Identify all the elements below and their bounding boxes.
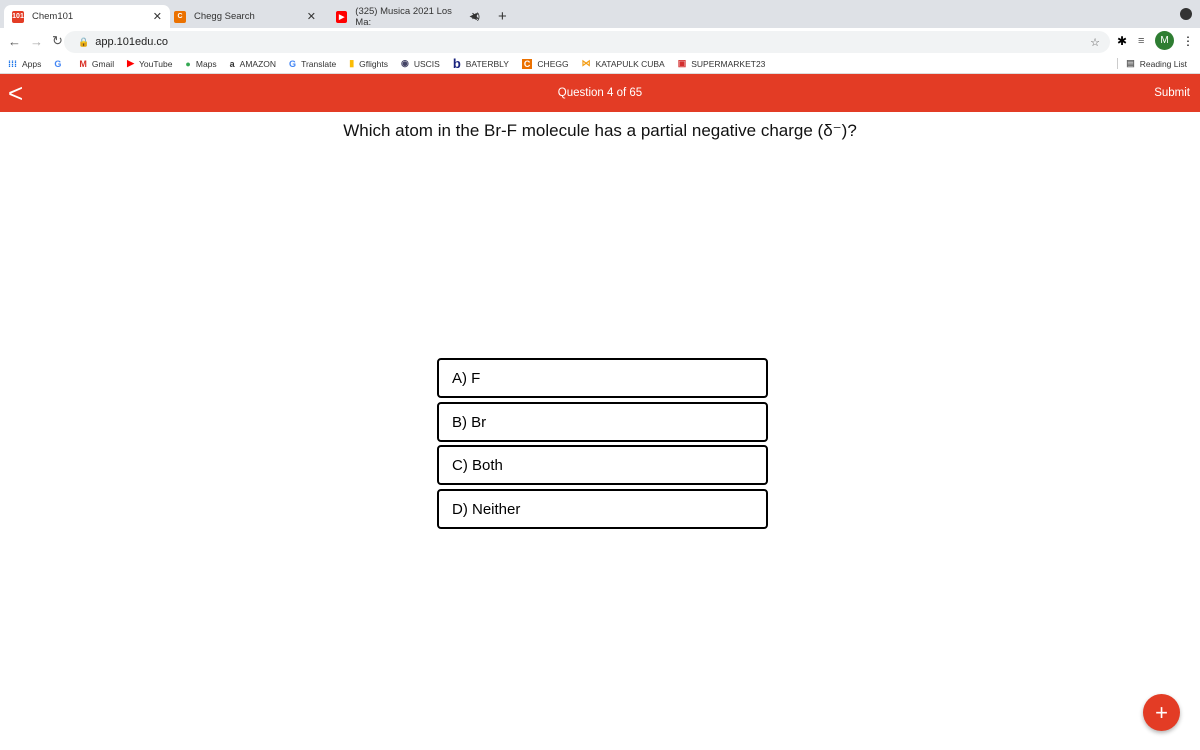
- add-button[interactable]: +: [1143, 694, 1180, 731]
- bookmarks-bar: ⁞⁞⁞ Apps G M Gmail ▶ YouTube ● Maps a AMAZON …: [0, 54, 1200, 74]
- lock-icon: 🔒: [78, 36, 90, 47]
- avatar[interactable]: M: [1155, 31, 1174, 50]
- bookmark-google[interactable]: G: [54, 59, 66, 69]
- bookmark-gflights[interactable]: ▮ Gflights: [349, 58, 388, 69]
- katapulk-icon: ⋈: [581, 58, 591, 68]
- gmail-icon: M: [79, 58, 87, 69]
- chegg-icon: C: [174, 10, 186, 23]
- tab-search-icon[interactable]: [1180, 8, 1192, 20]
- tab-label: (325) Musica 2021 Los Ma:: [355, 5, 452, 28]
- tab-label: Chegg Search: [194, 11, 255, 22]
- maps-pin-icon: ●: [185, 58, 191, 69]
- submit-button[interactable]: Submit: [1154, 87, 1190, 99]
- url-input[interactable]: 🔒 app.101edu.co ☆: [64, 31, 1110, 53]
- question-text: Which atom in the Br-F molecule has a pa…: [343, 121, 857, 140]
- option-d[interactable]: D) Neither: [437, 489, 768, 529]
- bookmark-youtube[interactable]: ▶ YouTube: [127, 58, 172, 69]
- chegg-icon: C: [521, 58, 533, 69]
- bookmark-chegg[interactable]: C CHEGG: [521, 58, 569, 69]
- back-icon[interactable]: ←: [8, 34, 21, 49]
- uscis-seal-icon: ◉: [400, 58, 409, 68]
- tab-chegg[interactable]: C Chegg Search ✕: [166, 5, 324, 28]
- bookmark-translate[interactable]: G Translate: [289, 59, 336, 69]
- option-a[interactable]: A) F: [437, 358, 768, 398]
- close-icon[interactable]: ✕: [471, 10, 480, 23]
- address-bar-row: ← → ↻ 🔒 app.101edu.co ☆ ✱ ≡ M ⋮: [0, 28, 1200, 54]
- reload-icon[interactable]: ↻: [52, 33, 63, 49]
- forward-icon[interactable]: →: [30, 34, 43, 49]
- close-icon[interactable]: ✕: [153, 10, 162, 23]
- bookmark-uscis[interactable]: ◉ USCIS: [401, 58, 440, 69]
- reading-list-button[interactable]: ▤ Reading List: [1117, 58, 1187, 69]
- option-b[interactable]: B) Br: [437, 402, 768, 442]
- youtube-icon: ▶: [336, 10, 348, 23]
- google-icon: G: [54, 58, 62, 69]
- tab-label: Chem101: [32, 11, 74, 22]
- bookmark-gmail[interactable]: M Gmail: [79, 59, 114, 69]
- apps-icon: ⁞⁞⁞: [8, 58, 17, 69]
- new-tab-button[interactable]: +: [490, 5, 515, 28]
- extensions-icon[interactable]: ✱: [1117, 34, 1127, 48]
- bookmark-maps[interactable]: ● Maps: [185, 59, 216, 69]
- bookmark-katapulk[interactable]: ⋈ KATAPULK CUBA: [582, 58, 665, 69]
- translate-icon: G: [289, 58, 297, 69]
- youtube-icon: ▶: [127, 58, 135, 68]
- baterbly-icon: b: [452, 56, 461, 71]
- bookmark-baterbly[interactable]: b BATERBLY: [453, 56, 509, 71]
- menu-icon[interactable]: ⋮: [1182, 34, 1194, 48]
- star-icon[interactable]: ☆: [1090, 36, 1100, 49]
- bookmark-supermarket23[interactable]: ▣ SUPERMARKET23: [678, 58, 766, 69]
- reading-list-icon: ▤: [1126, 58, 1135, 68]
- tab-youtube[interactable]: ▶ (325) Musica 2021 Los Ma: ◀) ✕: [328, 5, 488, 28]
- url-text: app.101edu.co: [95, 36, 169, 48]
- bookmark-apps[interactable]: ⁞⁞⁞ Apps: [8, 59, 41, 69]
- chem101-icon: 101: [12, 10, 24, 23]
- media-icon[interactable]: ≡: [1138, 35, 1144, 47]
- tab-chem101[interactable]: 101 Chem101 ✕: [4, 5, 170, 28]
- gflights-icon: ▮: [349, 58, 355, 68]
- tab-strip: 101 Chem101 ✕ C Chegg Search ✕ ▶ (325) Musica…: [0, 0, 1200, 28]
- supermarket-icon: ▣: [677, 58, 687, 68]
- bookmark-amazon[interactable]: a AMAZON: [230, 59, 276, 69]
- amazon-icon: a: [229, 58, 235, 69]
- option-c[interactable]: C) Both: [437, 445, 768, 485]
- close-icon[interactable]: ✕: [307, 10, 316, 23]
- question-progress: Question 4 of 65: [557, 87, 643, 99]
- question-header: < Question 4 of 65 Submit: [0, 74, 1200, 112]
